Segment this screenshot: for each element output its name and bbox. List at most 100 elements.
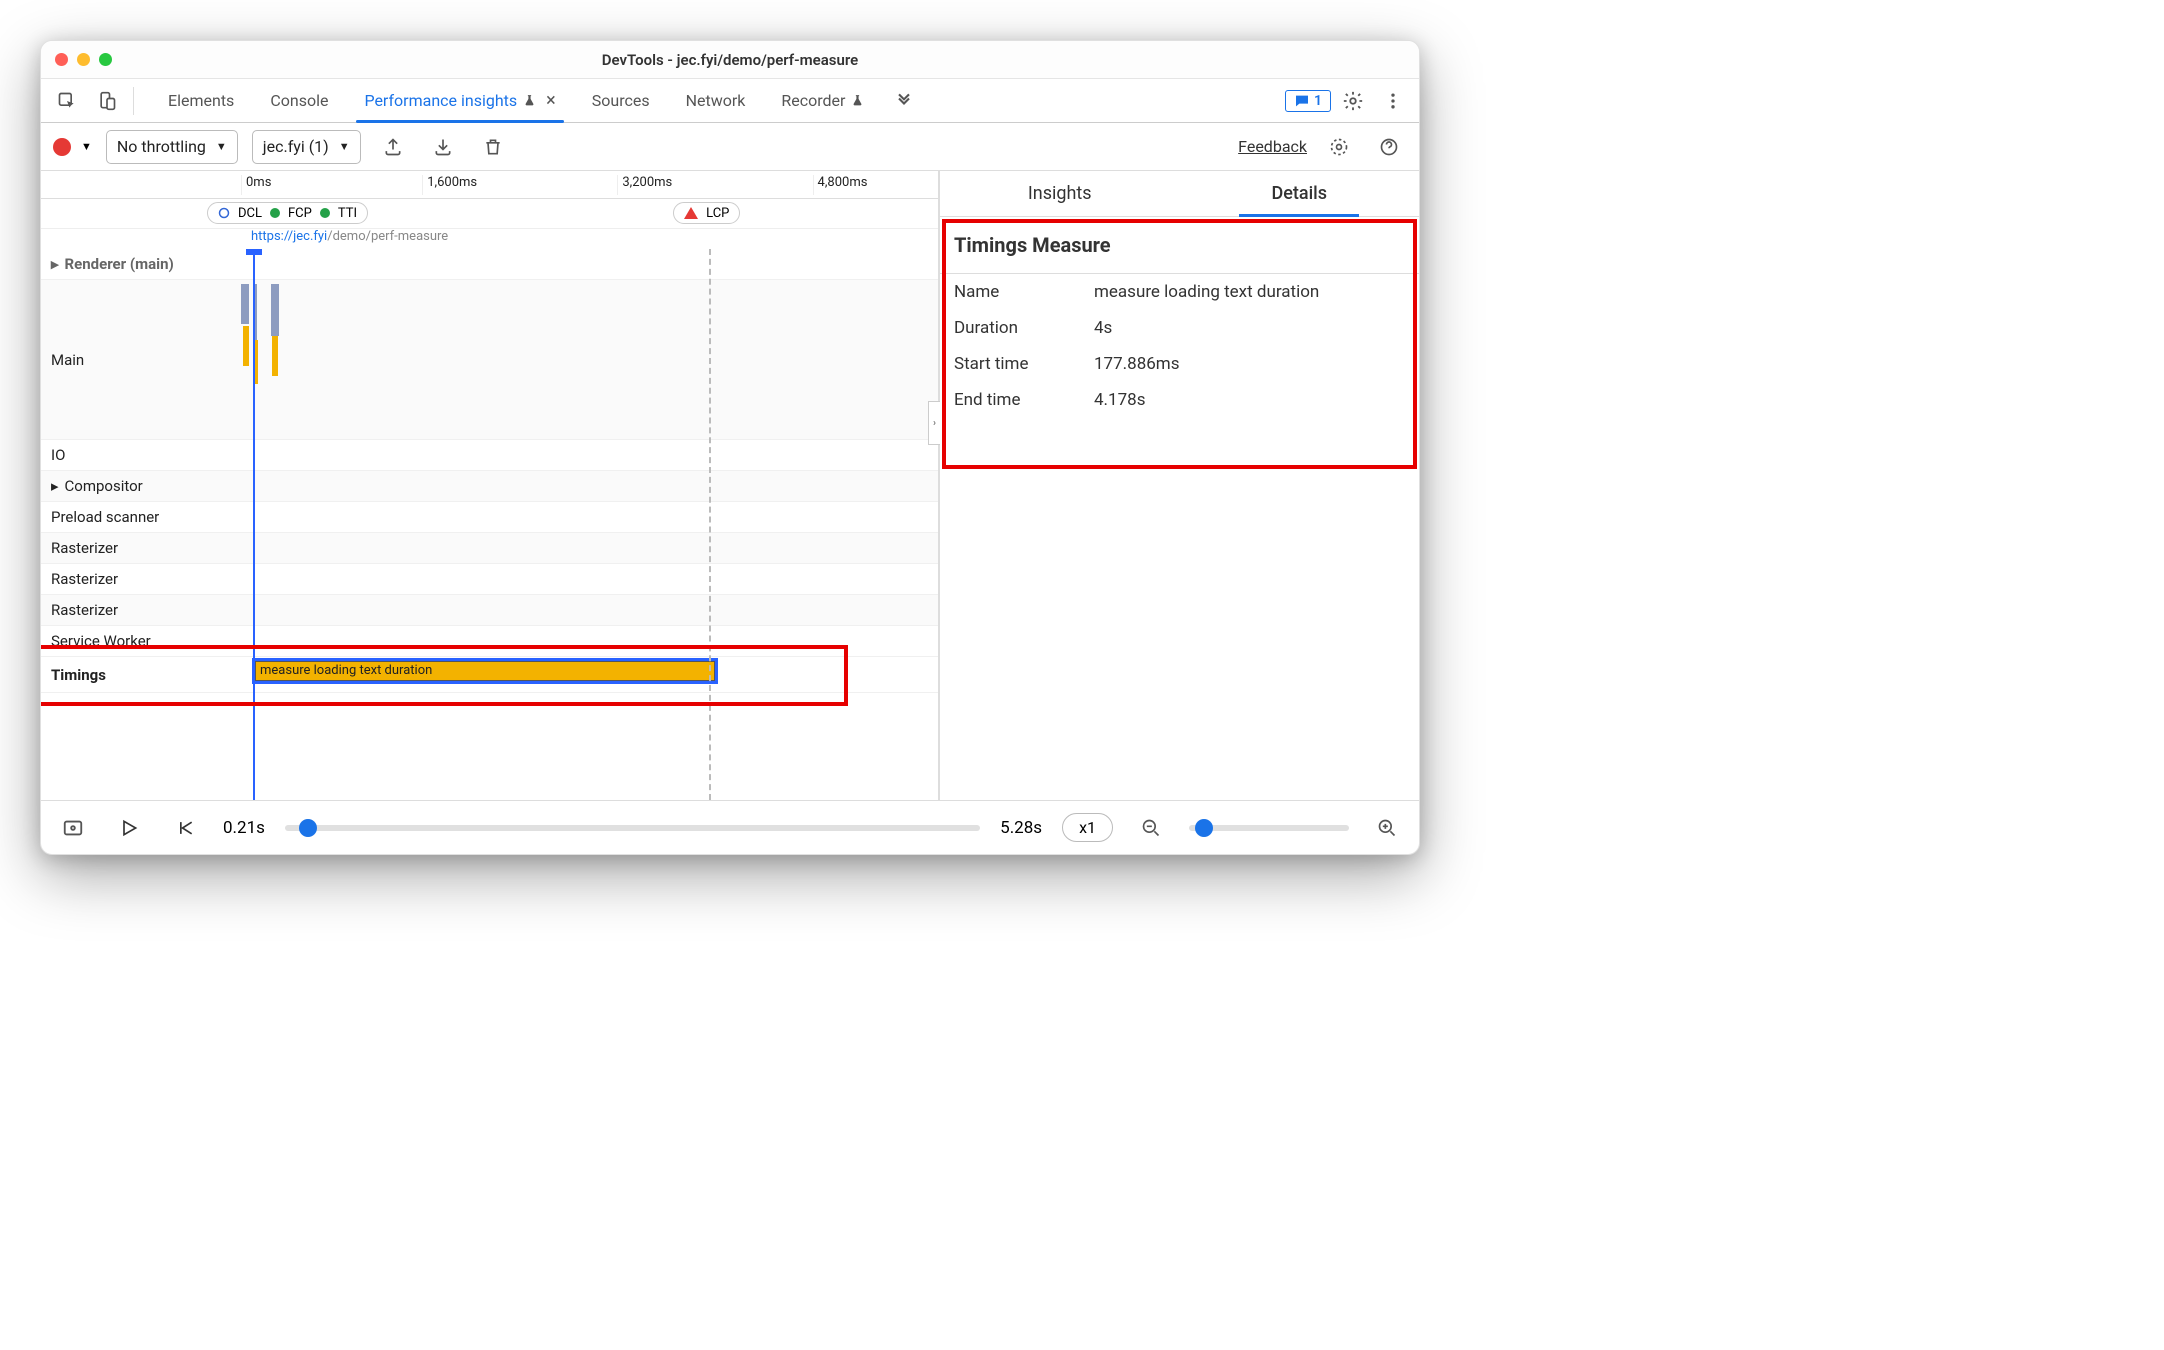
tab-label: Recorder (781, 91, 845, 110)
panel-tabbar: Elements Console Performance insights × … (41, 79, 1419, 123)
dot-icon (270, 208, 280, 218)
chevron-down-icon: ▼ (339, 140, 350, 153)
track-main[interactable]: Main (41, 280, 938, 440)
side-panel: › Insights Details Timings Measure Namem… (939, 171, 1419, 800)
detail-row-duration: Duration4s (940, 310, 1419, 346)
ruler-tick: 1,600ms (422, 175, 477, 195)
clock-icon (218, 207, 230, 219)
slider-knob[interactable] (1195, 819, 1213, 837)
timeline-panel: 0ms 1,600ms 3,200ms 4,800ms DCL FCP (41, 171, 939, 800)
tab-console[interactable]: Console (252, 79, 346, 122)
marker-lcp[interactable]: LCP (673, 202, 740, 224)
select-value: No throttling (117, 137, 206, 156)
slider-knob[interactable] (299, 819, 317, 837)
more-tabs-button[interactable] (882, 79, 926, 122)
tab-label: Console (270, 91, 328, 110)
close-window-button[interactable] (55, 53, 68, 66)
throttling-select[interactable]: No throttling ▼ (106, 130, 238, 164)
tab-label: Performance insights (364, 91, 517, 110)
track-label: Rasterizer (41, 533, 241, 563)
record-button[interactable]: ▼ (53, 138, 92, 156)
delete-icon[interactable] (475, 129, 511, 165)
track-label: IO (41, 440, 241, 470)
play-button[interactable] (111, 810, 147, 846)
marker-label: LCP (706, 206, 729, 221)
close-tab-icon[interactable]: × (546, 90, 556, 111)
inspect-element-icon[interactable] (49, 83, 85, 119)
main-area: 0ms 1,600ms 3,200ms 4,800ms DCL FCP (41, 171, 1419, 800)
detail-row-end: End time4.178s (940, 382, 1419, 418)
zoom-slider[interactable] (1189, 825, 1349, 831)
timing-measure-bar[interactable]: measure loading text duration (255, 661, 715, 681)
track-renderer[interactable]: ▸ Renderer (main) (41, 249, 938, 280)
speed-select[interactable]: x1 (1062, 813, 1113, 842)
marker-dcl-fcp-tti[interactable]: DCL FCP TTI (207, 202, 368, 224)
device-toggle-icon[interactable] (89, 83, 125, 119)
track-label: Rasterizer (41, 595, 241, 625)
tab-network[interactable]: Network (668, 79, 764, 122)
tab-sources[interactable]: Sources (574, 79, 668, 122)
toggle-view-icon[interactable] (55, 810, 91, 846)
zoom-out-icon[interactable] (1133, 810, 1169, 846)
track-compositor[interactable]: ▸ Compositor (41, 471, 938, 502)
marker-label: TTI (338, 206, 357, 221)
panel-settings-icon[interactable] (1321, 129, 1357, 165)
playback-slider[interactable] (285, 825, 980, 831)
tab-label: Insights (1028, 183, 1092, 204)
ruler-tick: 4,800ms (813, 175, 868, 195)
tab-recorder[interactable]: Recorder (763, 79, 882, 122)
flask-icon (851, 94, 864, 107)
playback-footer: 0.21s 5.28s x1 (41, 800, 1419, 854)
time-ruler[interactable]: 0ms 1,600ms 3,200ms 4,800ms (41, 171, 938, 199)
playhead-handle[interactable] (246, 249, 262, 255)
track-label: Main (41, 280, 241, 439)
window-controls (55, 53, 112, 66)
jump-start-button[interactable] (167, 810, 203, 846)
playback-start-time: 0.21s (223, 818, 265, 838)
detail-row-name: Namemeasure loading text duration (940, 274, 1419, 310)
track-preload-scanner[interactable]: Preload scanner (41, 502, 938, 533)
tab-elements[interactable]: Elements (150, 79, 252, 122)
detail-key: Duration (954, 318, 1094, 338)
track-label: Timings (41, 657, 241, 692)
divider (133, 87, 134, 115)
track-rasterizer-2[interactable]: Rasterizer (41, 564, 938, 595)
import-icon[interactable] (425, 129, 461, 165)
track-io[interactable]: IO (41, 440, 938, 471)
track-rasterizer-1[interactable]: Rasterizer (41, 533, 938, 564)
track-rasterizer-3[interactable]: Rasterizer (41, 595, 938, 626)
tab-label: Sources (592, 91, 650, 110)
tab-label: Network (686, 91, 746, 110)
select-value: jec.fyi (1) (263, 137, 329, 156)
fullscreen-window-button[interactable] (99, 53, 112, 66)
issues-badge[interactable]: 1 (1285, 90, 1331, 112)
playhead-line[interactable] (253, 249, 255, 800)
zoom-in-icon[interactable] (1369, 810, 1405, 846)
details-title: Timings Measure (940, 217, 1419, 273)
feedback-link[interactable]: Feedback (1238, 137, 1307, 156)
track-service-worker[interactable]: Service Worker (41, 626, 938, 657)
chevron-down-icon[interactable]: ▼ (81, 140, 92, 153)
help-icon[interactable] (1371, 129, 1407, 165)
export-icon[interactable] (375, 129, 411, 165)
settings-icon[interactable] (1335, 83, 1371, 119)
collapse-sidepanel-button[interactable]: › (928, 401, 940, 445)
detail-value: 4.178s (1094, 390, 1405, 410)
sidetab-details[interactable]: Details (1180, 171, 1420, 216)
tab-performance-insights[interactable]: Performance insights × (346, 79, 573, 122)
playback-end-time: 5.28s (1000, 818, 1042, 838)
detail-value: measure loading text duration (1094, 282, 1405, 302)
track-label: Rasterizer (41, 564, 241, 594)
marker-line (709, 249, 711, 800)
minimize-window-button[interactable] (77, 53, 90, 66)
detail-key: Name (954, 282, 1094, 302)
url-text: https://jec.fyi/demo/perf-measure (251, 229, 448, 244)
detail-key: End time (954, 390, 1094, 410)
sidetab-insights[interactable]: Insights (940, 171, 1180, 216)
kebab-menu-icon[interactable] (1375, 83, 1411, 119)
track-timings[interactable]: Timings measure loading text duration (41, 657, 938, 693)
detail-row-start: Start time177.886ms (940, 346, 1419, 382)
recording-select[interactable]: jec.fyi (1) ▼ (252, 130, 361, 164)
detail-key: Start time (954, 354, 1094, 374)
url-strip: https://jec.fyi/demo/perf-measure (41, 229, 938, 249)
